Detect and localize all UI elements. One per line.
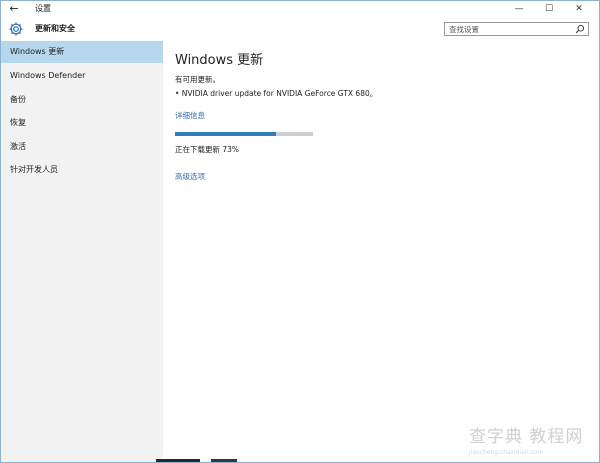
- gear-icon: [9, 22, 23, 36]
- sidebar-item-backup[interactable]: 备份: [1, 89, 163, 111]
- search-icon[interactable]: [575, 24, 585, 34]
- main-content: Windows 更新 有可用更新。 • NVIDIA driver update…: [163, 41, 599, 462]
- progress-fill: [175, 132, 276, 136]
- sidebar-item-windows-update[interactable]: Windows 更新: [1, 41, 163, 63]
- details-link[interactable]: 详细信息: [175, 111, 205, 121]
- window-title: 设置: [35, 4, 51, 13]
- sidebar-item-recovery[interactable]: 恢复: [1, 112, 163, 134]
- page-header: 更新和安全: [1, 17, 599, 41]
- download-progress-bar: [175, 132, 313, 136]
- minimize-button[interactable]: —: [505, 1, 533, 17]
- title-bar: ← 设置 — ☐ ✕: [1, 1, 599, 17]
- advanced-options-link[interactable]: 高级选项: [175, 172, 205, 182]
- taskbar-thumbnail: [211, 459, 237, 462]
- download-status-text: 正在下载更新 73%: [175, 145, 240, 154]
- sidebar-item-windows-defender[interactable]: Windows Defender: [1, 65, 163, 87]
- close-button[interactable]: ✕: [565, 1, 593, 17]
- sidebar-item-for-developers[interactable]: 针对开发人员: [1, 159, 163, 181]
- back-button[interactable]: ←: [7, 3, 21, 15]
- maximize-button[interactable]: ☐: [535, 1, 563, 17]
- sidebar-item-activation[interactable]: 激活: [1, 136, 163, 158]
- update-available-text: 有可用更新。: [175, 75, 220, 84]
- sidebar: Windows 更新 Windows Defender 备份 恢复 激活 针对开…: [1, 41, 163, 462]
- page-title: Windows 更新: [175, 53, 264, 68]
- taskbar-thumbnail: [156, 459, 200, 462]
- search-input[interactable]: [449, 23, 569, 35]
- section-title: 更新和安全: [35, 24, 75, 33]
- search-box[interactable]: [444, 22, 589, 36]
- settings-window: ← 设置 — ☐ ✕ 更新和安全 Windows 更新 Windows Defe…: [0, 0, 600, 463]
- update-list-item: • NVIDIA driver update for NVIDIA GeForc…: [175, 89, 378, 98]
